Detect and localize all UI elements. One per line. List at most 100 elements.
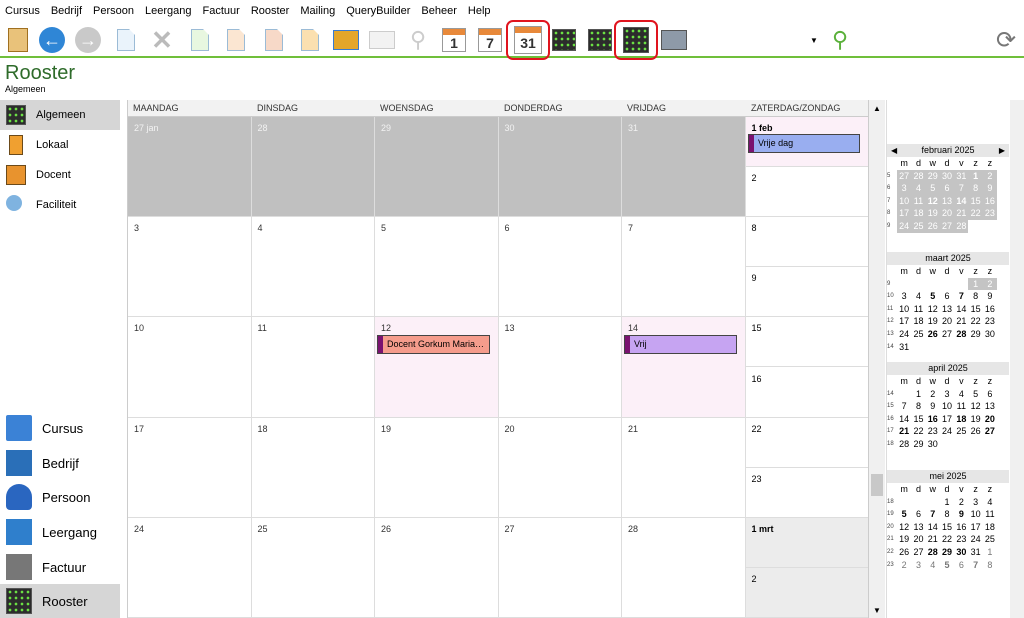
mini-day[interactable]: 5 bbox=[926, 290, 940, 303]
mini-day[interactable] bbox=[926, 278, 940, 291]
mini-day[interactable]: 25 bbox=[911, 328, 925, 341]
mini-day[interactable]: 19 bbox=[968, 413, 982, 426]
mini-day[interactable]: 7 bbox=[968, 559, 982, 572]
sidebar-item-factuur[interactable]: Factuur bbox=[0, 550, 120, 584]
mini-day[interactable]: 14 bbox=[926, 521, 940, 534]
mini-day[interactable]: 14 bbox=[954, 303, 968, 316]
day-cell[interactable]: 4 bbox=[251, 217, 375, 318]
mini-day[interactable]: 7 bbox=[954, 182, 969, 195]
mini-day[interactable]: 15 bbox=[968, 194, 983, 208]
mini-day[interactable]: 31 bbox=[897, 341, 911, 354]
mini-day[interactable]: 17 bbox=[897, 207, 912, 220]
mini-day[interactable]: 28 bbox=[926, 546, 940, 559]
day-cell[interactable]: 10 bbox=[128, 317, 252, 418]
refresh-button[interactable]: ⟳ bbox=[992, 26, 1020, 54]
sidebar-item-docent[interactable]: Docent bbox=[0, 160, 120, 190]
mini-day[interactable]: 16 bbox=[983, 303, 997, 316]
mini-day[interactable]: 23 bbox=[982, 207, 998, 220]
print-button[interactable] bbox=[660, 26, 688, 54]
day-view-button[interactable]: 1 bbox=[440, 26, 468, 54]
sunday-cell[interactable]: 9 bbox=[745, 267, 870, 318]
mini-day[interactable]: 20 bbox=[983, 413, 997, 426]
mini-day[interactable]: 10 bbox=[968, 508, 982, 521]
mini-day[interactable]: 24 bbox=[897, 328, 911, 341]
mini-day[interactable]: 29 bbox=[940, 546, 954, 559]
sunday-cell[interactable]: 16 bbox=[745, 367, 870, 418]
mini-day[interactable] bbox=[940, 278, 954, 291]
mini-day[interactable]: 1 bbox=[968, 169, 983, 183]
mini-day[interactable]: 2 bbox=[982, 277, 998, 291]
mini-day[interactable]: 6 bbox=[939, 182, 955, 195]
mini-day[interactable] bbox=[968, 220, 982, 233]
day-cell[interactable]: 28 bbox=[251, 117, 375, 218]
mini-day[interactable] bbox=[954, 278, 968, 291]
mini-day[interactable]: 15 bbox=[940, 521, 954, 534]
mini-day[interactable]: 19 bbox=[925, 207, 940, 220]
menu-bedrijf[interactable]: Bedrijf bbox=[51, 5, 82, 17]
mini-day[interactable]: 2 bbox=[982, 169, 998, 183]
mini-day[interactable]: 11 bbox=[983, 508, 997, 521]
mini-day[interactable]: 19 bbox=[897, 533, 911, 546]
mini-day[interactable]: 6 bbox=[940, 290, 954, 303]
calendar-event[interactable]: Vrij bbox=[624, 335, 737, 354]
mini-day[interactable]: 16 bbox=[982, 194, 998, 208]
sidebar-item-lokaal[interactable]: Lokaal bbox=[0, 130, 120, 160]
mini-day[interactable]: 4 bbox=[911, 182, 926, 195]
mini-day[interactable]: 27 bbox=[911, 546, 925, 559]
mini-day[interactable]: 31 bbox=[968, 546, 982, 559]
mini-day[interactable]: 7 bbox=[926, 508, 940, 521]
mini-day[interactable] bbox=[968, 341, 982, 354]
mail-button[interactable] bbox=[332, 26, 360, 54]
menu-rooster[interactable]: Rooster bbox=[251, 5, 290, 17]
calendar-scrollbar[interactable]: ▲ ▼ bbox=[868, 100, 885, 618]
mini-day[interactable]: 3 bbox=[940, 388, 954, 401]
day-cell[interactable]: 3 bbox=[128, 217, 252, 318]
mini-day[interactable]: 6 bbox=[911, 508, 925, 521]
mini-day[interactable]: 30 bbox=[954, 546, 968, 559]
day-cell[interactable]: 28 bbox=[622, 517, 746, 618]
approve-button[interactable] bbox=[186, 26, 214, 54]
mini-day[interactable]: 4 bbox=[911, 290, 925, 303]
mini-day[interactable]: 23 bbox=[926, 425, 940, 438]
mini-day[interactable] bbox=[983, 438, 997, 451]
mini-day[interactable]: 16 bbox=[926, 413, 940, 426]
day-cell[interactable]: 12 bbox=[375, 317, 499, 418]
day-cell[interactable]: 27 bbox=[498, 517, 622, 618]
mini-day[interactable]: 30 bbox=[926, 438, 940, 451]
mini-day[interactable] bbox=[968, 438, 982, 451]
mini-day[interactable]: 24 bbox=[897, 219, 912, 233]
mini-day[interactable]: 3 bbox=[897, 182, 912, 195]
mini-day[interactable]: 26 bbox=[897, 546, 911, 559]
mini-day[interactable]: 1 bbox=[940, 496, 954, 509]
mini-day[interactable]: 8 bbox=[911, 400, 925, 413]
mini-day[interactable]: 18 bbox=[983, 521, 997, 534]
menu-leergang[interactable]: Leergang bbox=[145, 5, 192, 17]
day-cell[interactable]: 26 bbox=[375, 517, 499, 618]
day-cell[interactable]: 17 bbox=[128, 417, 252, 518]
mini-day[interactable]: 14 bbox=[897, 413, 911, 426]
mini-day[interactable]: 21 bbox=[897, 425, 911, 438]
mini-day[interactable]: 29 bbox=[925, 169, 940, 183]
rooster-grid-button[interactable] bbox=[614, 20, 658, 60]
mini-day[interactable]: 22 bbox=[968, 207, 983, 220]
mini-day[interactable]: 27 bbox=[983, 425, 997, 438]
day-cell[interactable]: 14 bbox=[622, 317, 746, 418]
copy-button[interactable] bbox=[260, 26, 288, 54]
mini-day[interactable]: 9 bbox=[954, 508, 968, 521]
day-cell[interactable]: 27 jan bbox=[128, 117, 252, 218]
mini-day[interactable]: 7 bbox=[897, 400, 911, 413]
day-cell[interactable]: 31 bbox=[622, 117, 746, 218]
mini-day[interactable]: 12 bbox=[925, 194, 940, 208]
mini-day[interactable]: 8 bbox=[968, 182, 983, 195]
mini-day[interactable]: 10 bbox=[940, 400, 954, 413]
grid-calendar-button[interactable] bbox=[550, 26, 578, 54]
mini-day[interactable]: 10 bbox=[897, 194, 912, 208]
chevron-left-icon[interactable]: ◀ bbox=[891, 144, 897, 157]
mini-day[interactable]: 26 bbox=[925, 219, 940, 233]
mini-day[interactable] bbox=[983, 341, 997, 354]
mini-day[interactable]: 23 bbox=[954, 533, 968, 546]
day-cell[interactable]: 20 bbox=[498, 417, 622, 518]
day-cell[interactable]: 21 bbox=[622, 417, 746, 518]
mini-day[interactable]: 27 bbox=[939, 219, 955, 233]
mini-day[interactable]: 3 bbox=[911, 559, 925, 572]
